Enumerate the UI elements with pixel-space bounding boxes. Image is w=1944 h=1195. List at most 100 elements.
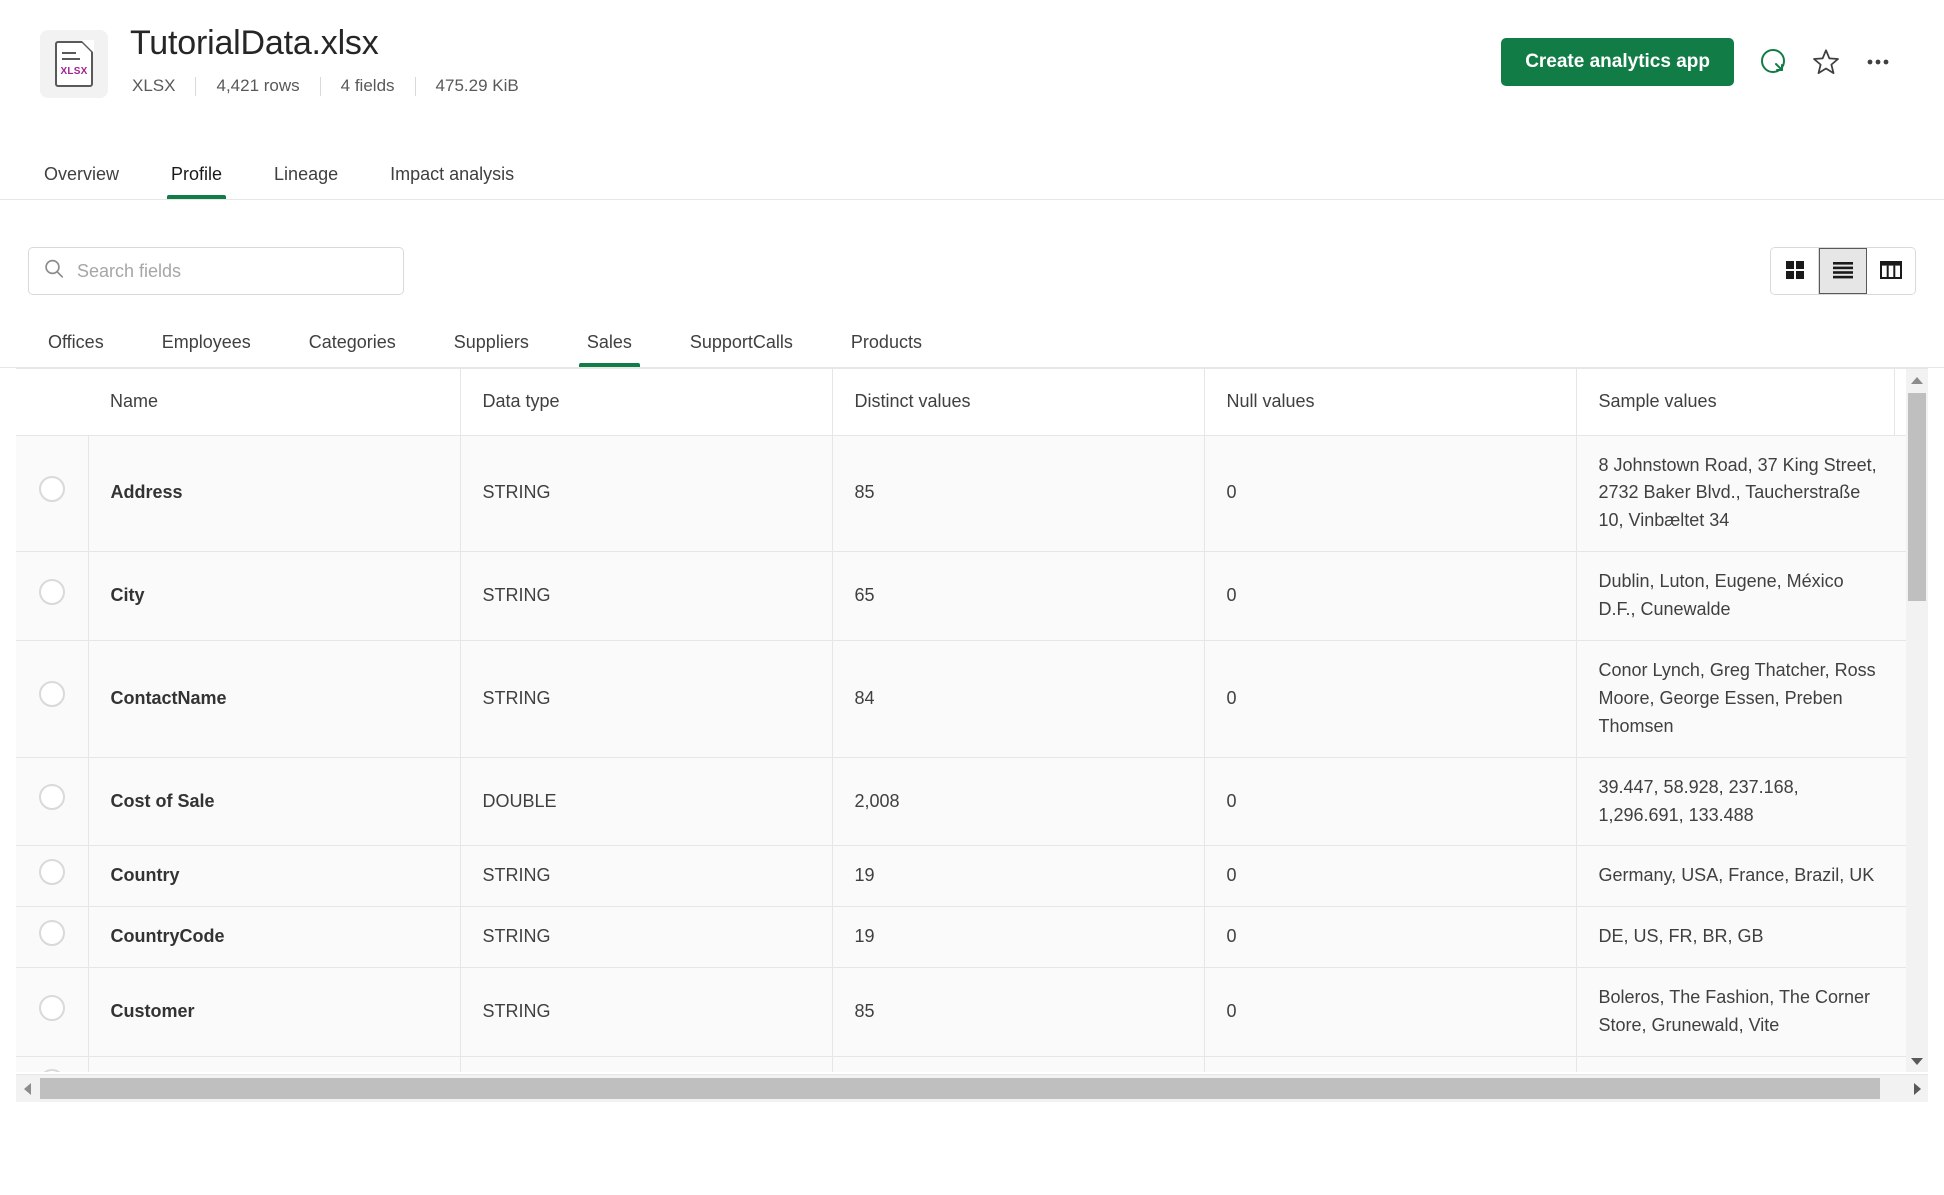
file-meta: XLSX 4,421 rows 4 fields 475.29 KiB xyxy=(130,76,1501,96)
tab-overview[interactable]: Overview xyxy=(40,164,123,199)
cell-sample-values: Conor Lynch, Greg Thatcher, Ross Moore, … xyxy=(1576,640,1894,758)
cell-null-values: 0 xyxy=(1204,967,1577,1057)
table-view-button[interactable] xyxy=(1867,248,1915,294)
row-select-cell[interactable] xyxy=(16,640,89,758)
field-tab-categories[interactable]: Categories xyxy=(301,332,404,367)
search-input[interactable] xyxy=(77,260,389,282)
scroll-right-arrow-icon[interactable] xyxy=(1906,1075,1928,1102)
row-select-circle[interactable] xyxy=(38,578,65,605)
more-options-icon[interactable] xyxy=(1852,36,1904,88)
row-select-cell[interactable] xyxy=(16,845,89,908)
search-fields-box[interactable] xyxy=(28,247,404,295)
fields-table: Name Data type Distinct values Null valu… xyxy=(16,369,1906,1072)
table-row[interactable]: ContactName STRING 84 0 Conor Lynch, Gre… xyxy=(16,640,1906,758)
file-type-icon: XLSX xyxy=(40,30,108,98)
grid-view-button[interactable] xyxy=(1771,248,1819,294)
scroll-down-arrow-icon[interactable] xyxy=(1906,1050,1928,1072)
qlik-logo-icon[interactable] xyxy=(1748,36,1800,88)
cell-distinct-values: 85 xyxy=(832,967,1205,1057)
vertical-scrollbar[interactable] xyxy=(1906,369,1928,1072)
cell-distinct-values: 19 xyxy=(832,845,1205,908)
meta-size: 475.29 KiB xyxy=(435,76,519,96)
row-select-cell[interactable] xyxy=(16,1056,89,1072)
meta-divider xyxy=(414,76,416,96)
cell-null-values: 0 xyxy=(1204,640,1577,758)
table-row[interactable]: City STRING 65 0 Dublin, Luton, Eugene, … xyxy=(16,551,1906,641)
cell-data-type: STRING xyxy=(460,906,833,969)
row-select-cell[interactable] xyxy=(16,551,89,641)
fields-table-scroll: Name Data type Distinct values Null valu… xyxy=(16,369,1906,1072)
horizontal-scrollbar[interactable] xyxy=(16,1074,1928,1102)
horizontal-scroll-thumb[interactable] xyxy=(40,1078,1880,1099)
create-analytics-app-button[interactable]: Create analytics app xyxy=(1501,38,1734,86)
column-header-data-type[interactable]: Data type xyxy=(460,369,833,436)
scroll-up-arrow-icon[interactable] xyxy=(1906,369,1928,391)
list-view-button[interactable] xyxy=(1819,248,1867,294)
cell-null-values: 0 xyxy=(1204,906,1577,969)
column-header-sample-values[interactable]: Sample values xyxy=(1576,369,1895,436)
column-header-distinct-values[interactable]: Distinct values xyxy=(832,369,1205,436)
row-select-cell[interactable] xyxy=(16,967,89,1057)
cell-data-type: STRING xyxy=(460,640,833,758)
table-row[interactable]: Country STRING 19 0 Germany, USA, France… xyxy=(16,845,1906,908)
table-row[interactable]: CountryCode STRING 19 0 DE, US, FR, BR, … xyxy=(16,906,1906,969)
cell-sample-values: 39.447, 58.928, 237.168, 1,296.691, 133.… xyxy=(1576,757,1894,847)
row-select-circle[interactable] xyxy=(38,858,65,885)
page-tab-bar: Overview Profile Lineage Impact analysis xyxy=(0,148,1944,200)
cell-field-name: Address xyxy=(88,435,461,553)
tab-impact-analysis[interactable]: Impact analysis xyxy=(386,164,518,199)
column-settings-button[interactable] xyxy=(1894,369,1906,436)
table-row[interactable]: CustomerID INTEGER 85 0 37, 19, 32, 63, … xyxy=(16,1056,1906,1072)
column-header-name[interactable]: Name xyxy=(88,369,461,436)
field-tab-offices[interactable]: Offices xyxy=(40,332,112,367)
star-icon[interactable] xyxy=(1800,36,1852,88)
cell-distinct-values: 85 xyxy=(832,435,1205,553)
meta-divider xyxy=(319,76,321,96)
row-select-cell[interactable] xyxy=(16,906,89,969)
row-select-circle[interactable] xyxy=(38,784,65,811)
meta-format: XLSX xyxy=(132,76,176,96)
fields-table-container: Name Data type Distinct values Null valu… xyxy=(16,368,1928,1102)
cell-spacer xyxy=(1894,967,1906,1057)
field-tab-products[interactable]: Products xyxy=(843,332,930,367)
row-select-circle[interactable] xyxy=(38,919,65,946)
cell-data-type: STRING xyxy=(460,551,833,641)
vertical-scroll-thumb[interactable] xyxy=(1908,393,1926,601)
cell-null-values: 0 xyxy=(1204,757,1577,847)
tab-profile[interactable]: Profile xyxy=(167,164,227,199)
cell-data-type: STRING xyxy=(460,435,833,553)
file-extension-label: XLSX xyxy=(60,66,88,77)
table-row[interactable]: Cost of Sale DOUBLE 2,008 0 39.447, 58.9… xyxy=(16,757,1906,847)
row-select-circle[interactable] xyxy=(38,475,65,502)
cell-field-name: Country xyxy=(88,845,461,908)
cell-distinct-values: 65 xyxy=(832,551,1205,641)
cell-spacer xyxy=(1894,1056,1906,1072)
cell-spacer xyxy=(1894,435,1906,553)
column-header-null-values[interactable]: Null values xyxy=(1204,369,1577,436)
grid-icon xyxy=(1784,259,1806,284)
field-tab-supportcalls[interactable]: SupportCalls xyxy=(682,332,801,367)
scroll-left-arrow-icon[interactable] xyxy=(16,1075,38,1102)
search-icon xyxy=(43,258,65,285)
tab-lineage[interactable]: Lineage xyxy=(270,164,342,199)
row-select-circle[interactable] xyxy=(38,1069,65,1072)
cell-distinct-values: 19 xyxy=(832,906,1205,969)
table-row[interactable]: Address STRING 85 0 8 Johnstown Road, 37… xyxy=(16,435,1906,553)
field-tab-employees[interactable]: Employees xyxy=(154,332,259,367)
cell-distinct-values: 84 xyxy=(832,640,1205,758)
cell-field-name: CustomerID xyxy=(88,1056,461,1072)
cell-data-type: INTEGER xyxy=(460,1056,833,1072)
table-row[interactable]: Customer STRING 85 0 Boleros, The Fashio… xyxy=(16,967,1906,1057)
cell-sample-values: 8 Johnstown Road, 37 King Street, 2732 B… xyxy=(1576,435,1894,553)
cell-spacer xyxy=(1894,757,1906,847)
field-tab-sales[interactable]: Sales xyxy=(578,332,640,367)
row-select-circle[interactable] xyxy=(38,994,65,1021)
page-header: XLSX TutorialData.xlsx XLSX 4,421 rows 4… xyxy=(0,0,1944,148)
row-select-cell[interactable] xyxy=(16,757,89,847)
row-select-cell[interactable] xyxy=(16,435,89,553)
cell-sample-values: 37, 19, 32, 63, 73 xyxy=(1576,1056,1894,1072)
row-select-circle[interactable] xyxy=(38,681,65,708)
cell-sample-values: Germany, USA, France, Brazil, UK xyxy=(1576,845,1894,908)
field-tab-suppliers[interactable]: Suppliers xyxy=(446,332,537,367)
cell-data-type: STRING xyxy=(460,845,833,908)
